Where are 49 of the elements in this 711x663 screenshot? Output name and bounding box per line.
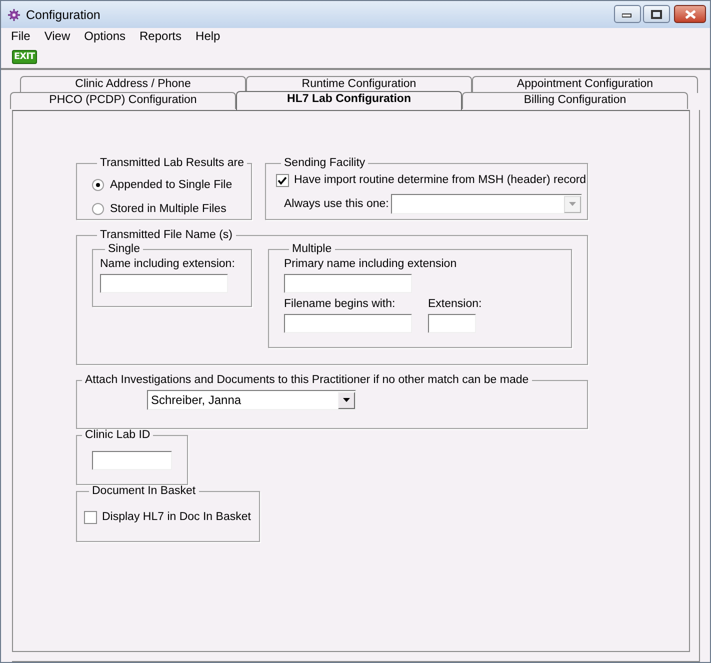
- field-label: Name including extension:: [100, 258, 236, 272]
- field-label: Extension:: [428, 298, 482, 312]
- checkmark-icon: [277, 176, 288, 184]
- menu-item[interactable]: Reports: [132, 29, 189, 43]
- tab[interactable]: Billing Configuration: [462, 92, 688, 109]
- group-label: Multiple: [291, 243, 333, 255]
- radio-label: Stored in Multiple Files: [110, 203, 226, 215]
- field-label: Always use this one:: [284, 198, 389, 210]
- input-field[interactable]: [92, 451, 172, 470]
- tab[interactable]: HL7 Lab Configuration: [236, 91, 462, 110]
- checkbox-label: Display HL7 in Doc In Basket: [102, 511, 251, 523]
- checkbox[interactable]: [276, 174, 289, 186]
- group-label: Transmitted Lab Results are: [99, 157, 246, 169]
- group-label: Sending Facility: [283, 157, 366, 169]
- radio-button[interactable]: [92, 203, 104, 215]
- menu-item[interactable]: View: [37, 29, 78, 43]
- field-label: Filename begins with:: [284, 298, 396, 312]
- tab[interactable]: Clinic Address / Phone: [20, 76, 246, 93]
- close-button[interactable]: [674, 5, 706, 23]
- gear-icon: [7, 8, 21, 22]
- radio-label: Appended to Single File: [110, 179, 232, 191]
- checkbox-label: Have import routine determine from MSH (header) record: [294, 174, 586, 186]
- dropdown[interactable]: Schreiber, Janna: [147, 390, 356, 410]
- group-label: Clinic Lab ID: [84, 429, 152, 441]
- group-label: Single: [107, 243, 141, 255]
- minimize-button[interactable]: [614, 5, 641, 23]
- menu-item[interactable]: File: [4, 29, 38, 43]
- menu-item[interactable]: Options: [77, 29, 132, 43]
- group-label: Document In Basket: [91, 485, 197, 497]
- exit-button[interactable]: EXIT: [12, 50, 37, 64]
- caret-icon: [568, 202, 576, 206]
- input-field[interactable]: [100, 274, 228, 293]
- input-field[interactable]: [428, 314, 476, 333]
- input-field[interactable]: [284, 314, 412, 333]
- window-title: Configuration: [26, 8, 102, 22]
- group-label: Transmitted File Name (s): [99, 229, 234, 241]
- group-label: Attach Investigations and Documents to this Practitioner if no other match can be made: [84, 374, 530, 386]
- radio-button[interactable]: [92, 179, 104, 191]
- dropdown-value: Schreiber, Janna: [150, 393, 242, 407]
- tab[interactable]: PHCO (PCDP) Configuration: [10, 92, 236, 109]
- caret-icon: [343, 398, 350, 402]
- maximize-icon: [651, 10, 662, 18]
- menu-item[interactable]: Help: [188, 29, 228, 43]
- close-icon: [684, 10, 696, 18]
- input-field[interactable]: [284, 274, 412, 293]
- maximize-button[interactable]: [643, 5, 670, 23]
- field-label: Primary name including extension: [284, 258, 458, 272]
- tab[interactable]: Appointment Configuration: [472, 76, 698, 93]
- checkbox[interactable]: [84, 510, 97, 524]
